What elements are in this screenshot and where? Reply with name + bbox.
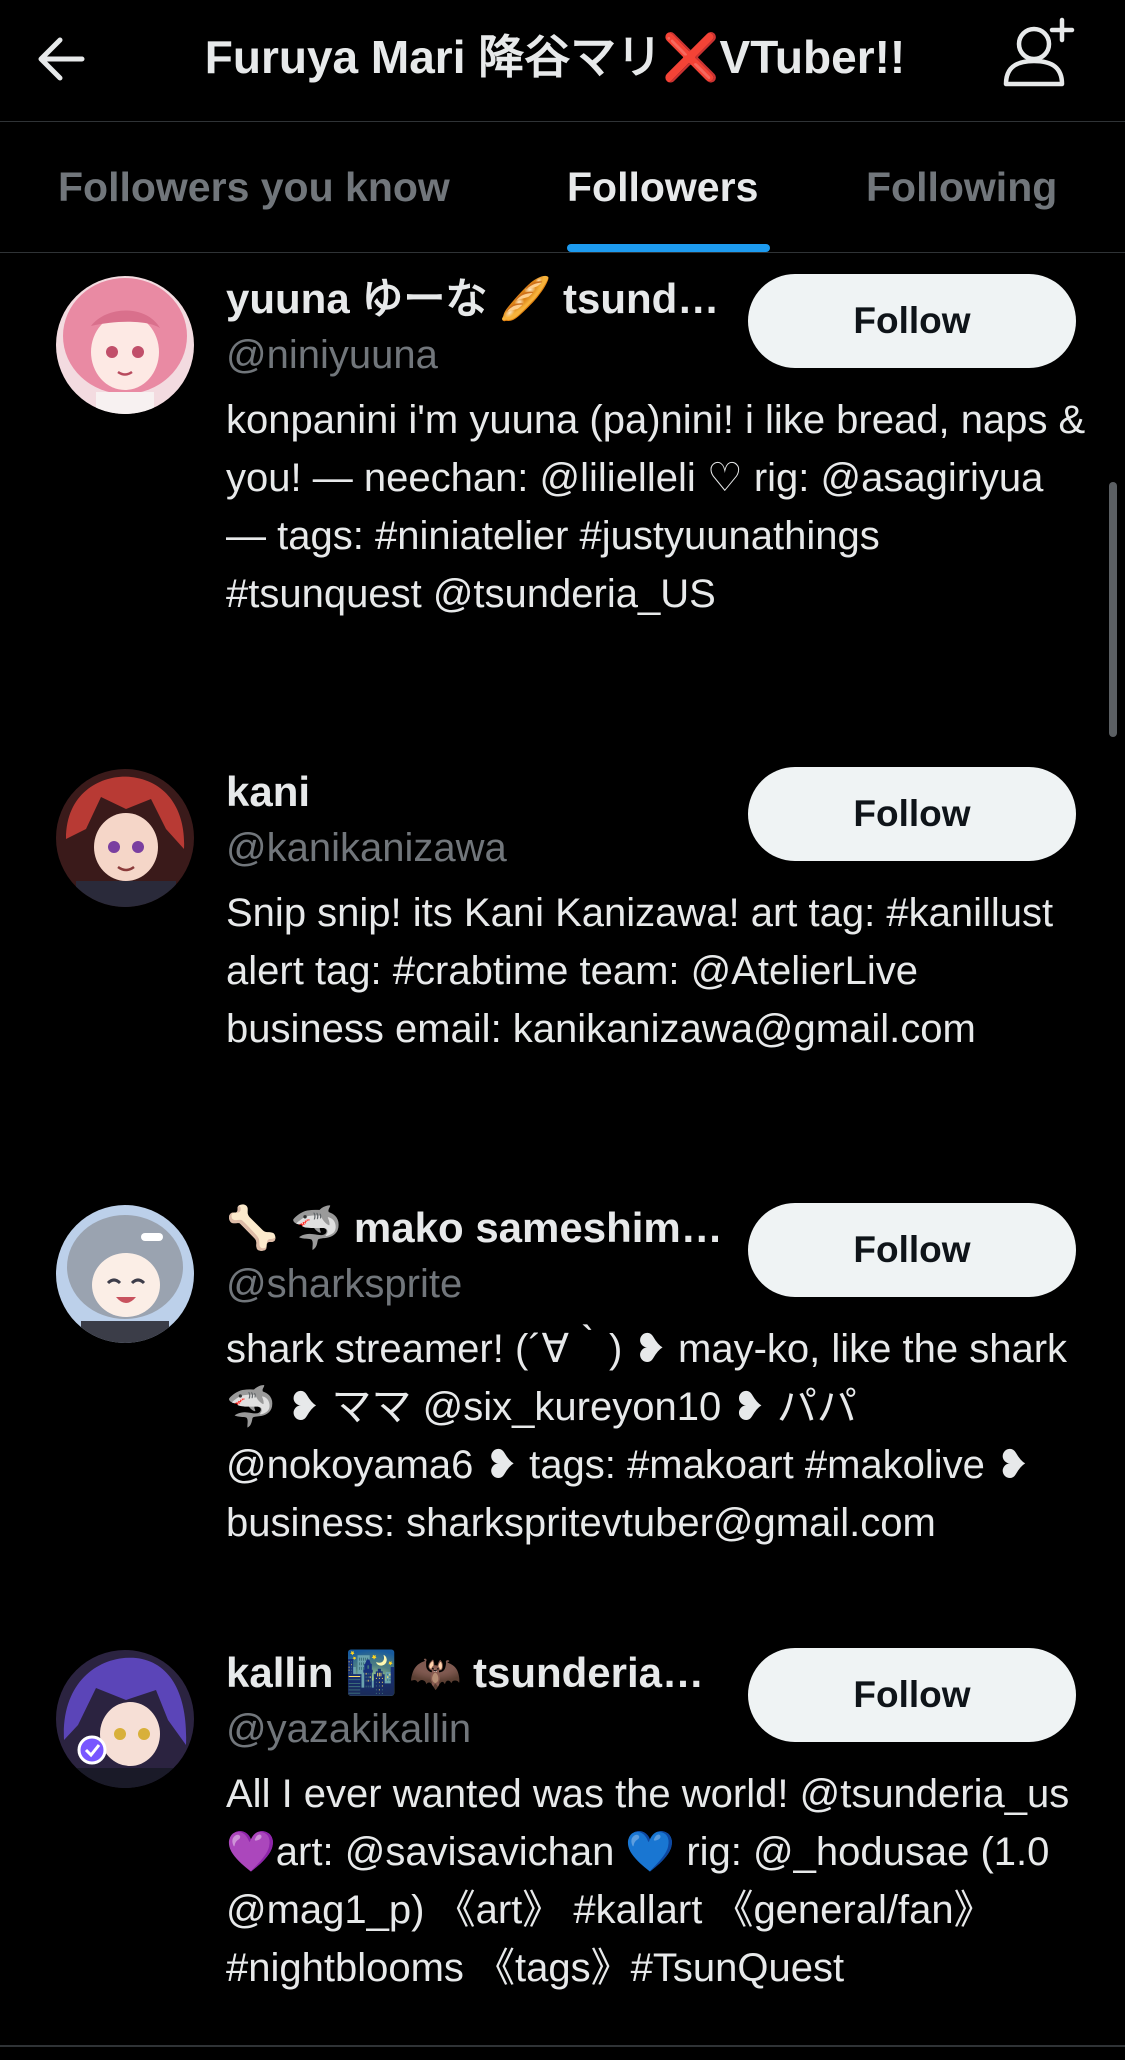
follow-button[interactable]: Follow [748,767,1076,861]
add-user-button[interactable] [998,14,1082,94]
back-button[interactable] [30,28,92,90]
scrollbar[interactable] [1109,482,1117,737]
user-name: yuuna ゆーな 🥖 tsund… [226,275,720,322]
tab-following[interactable]: Following [866,122,1057,252]
user-handle: @sharksprite [226,1262,463,1306]
page-title: Furuya Mari 降谷マリ❌VTuber!! [204,31,906,83]
person-add-icon [1003,17,1075,87]
user-name: 🦴 🦈 mako sameshim… [226,1204,723,1251]
user-bio: konpanini i'm yuuna (pa)nini! i like bre… [226,398,1086,616]
user-name: kani [226,768,311,815]
user-bio: shark streamer! (´∀｀) ❥ may-ko, like the… [226,1327,1068,1545]
avatar[interactable] [56,1650,194,1788]
user-name: kallin 🌃 🦇 tsunderia… [226,1649,705,1696]
tab-bar: Followers you know Followers Following [0,122,1125,253]
avatar[interactable] [56,1205,194,1343]
follow-button[interactable]: Follow [748,1648,1076,1742]
arrow-left-icon [38,37,85,81]
user-bio: All I ever wanted was the world! @tsunde… [226,1772,1070,1990]
avatar[interactable] [56,276,194,414]
tab-followers[interactable]: Followers [567,122,758,252]
divider [0,2045,1125,2047]
follow-button[interactable]: Follow [748,274,1076,368]
tab-followers-you-know[interactable]: Followers you know [58,122,450,252]
active-tab-indicator [567,244,770,252]
user-handle: @yazakikallin [226,1707,472,1751]
top-bar: Furuya Mari 降谷マリ❌VTuber!! [0,0,1125,122]
user-bio: Snip snip! its Kani Kanizawa! art tag: #… [226,891,1054,1051]
user-handle: @kanikanizawa [226,826,507,870]
user-handle: @niniyuuna [226,333,438,377]
followers-list: yuuna ゆーな 🥖 tsund… @niniyuuna konpanini … [0,253,1125,2053]
follow-button[interactable]: Follow [748,1203,1076,1297]
avatar[interactable] [56,769,194,907]
